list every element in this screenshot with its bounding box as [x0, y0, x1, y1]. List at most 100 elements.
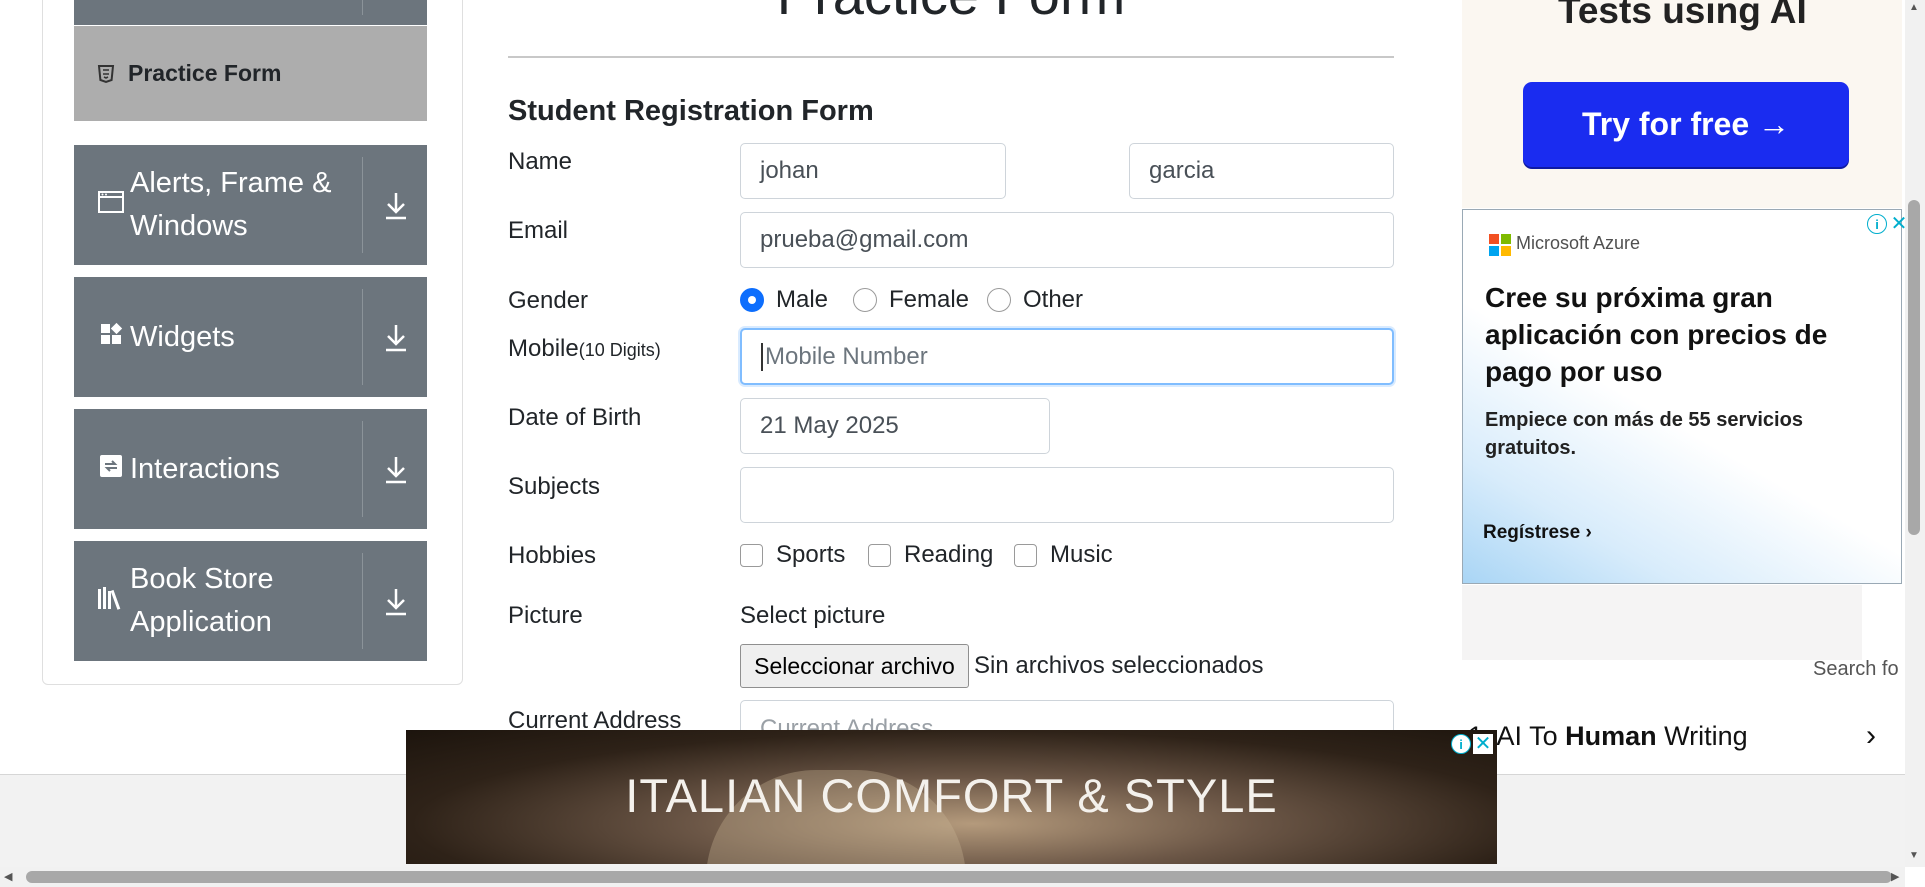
checkbox[interactable]: [868, 543, 891, 567]
ai-item-prefix: AI To: [1496, 721, 1558, 751]
sidebar-group-alerts[interactable]: Alerts, Frame & Windows: [74, 145, 427, 265]
sidebar-group-widgets[interactable]: Widgets: [74, 277, 427, 397]
sidebar-group-label: Widgets: [130, 320, 235, 353]
banner-text: ITALIAN COMFORT & STYLE: [625, 769, 1278, 822]
checkbox-label: Music: [1050, 541, 1113, 568]
sidebar-group-elements[interactable]: [74, 0, 427, 25]
banner-ad-controls: i ✕: [1451, 734, 1493, 754]
gender-radio-female[interactable]: Female: [853, 286, 969, 314]
window-icon: [96, 191, 126, 219]
subjects-input[interactable]: [740, 467, 1394, 523]
books-icon: [96, 586, 126, 616]
sidebar-group-divider: [362, 421, 363, 517]
choose-file-button[interactable]: Seleccionar archivo: [740, 644, 969, 688]
last-name-value: garcia: [1149, 157, 1215, 184]
gender-radio-other[interactable]: Other: [987, 286, 1083, 314]
radio-unchecked[interactable]: [987, 288, 1011, 312]
email-input[interactable]: prueba@gmail.com: [740, 212, 1394, 268]
horizontal-scroll-thumb[interactable]: [26, 871, 1892, 883]
dob-value: 21 May 2025: [760, 412, 899, 439]
ad-info-icon[interactable]: i: [1867, 214, 1887, 234]
sidebar-group-divider: [362, 0, 363, 15]
azure-ad[interactable]: Microsoft Azure i ✕ Cree su próxima gran…: [1462, 209, 1907, 584]
microsoft-logo-icon: [1489, 234, 1511, 256]
chevron-right-icon[interactable]: ›: [1866, 719, 1876, 753]
radio-label: Other: [1023, 286, 1084, 313]
first-name-value: johan: [760, 157, 819, 184]
download-arrow-icon[interactable]: [379, 185, 413, 225]
hobby-checkbox-reading[interactable]: Reading: [868, 541, 993, 569]
sidebar-group-interactions[interactable]: Interactions: [74, 409, 427, 529]
bottom-banner-ad[interactable]: ITALIAN COMFORT & STYLE i ✕: [406, 730, 1497, 864]
text-caret: [761, 342, 763, 371]
mobile-label: Mobile(10 Digits): [508, 335, 661, 363]
hobby-checkbox-sports[interactable]: Sports: [740, 541, 845, 569]
interactions-icon: [96, 454, 126, 484]
subjects-label: Subjects: [508, 473, 601, 500]
sidebar-group-label: Interactions: [130, 452, 280, 485]
ai-item-bold: Human: [1565, 721, 1657, 751]
ad-title: Tests using AI: [1558, 0, 1807, 31]
scroll-left-arrow-icon[interactable]: ◀: [4, 870, 12, 883]
ad-subtext: Empiece con más de 55 servicios gratuito…: [1485, 409, 1803, 459]
sidebar-group-divider: [362, 157, 363, 253]
email-label: Email: [508, 217, 569, 244]
sidebar-group-label: Book Store Application: [130, 563, 274, 638]
download-arrow-icon[interactable]: [379, 449, 413, 489]
page-title: Practice Form: [508, 0, 1394, 23]
ad-close-icon[interactable]: ✕: [1473, 734, 1493, 754]
sidebar-group-label: Alerts, Frame & Windows: [130, 167, 332, 242]
gender-radio-male[interactable]: Male: [740, 286, 828, 314]
checkbox[interactable]: [1014, 543, 1037, 567]
search-for-label: Search fo: [1813, 658, 1899, 680]
last-name-input[interactable]: garcia: [1129, 143, 1394, 199]
ad-cta-label: Regístrese: [1483, 522, 1581, 543]
html5-icon: [97, 64, 115, 83]
mobile-placeholder: Mobile Number: [765, 342, 928, 370]
radio-unchecked[interactable]: [853, 288, 877, 312]
download-arrow-icon[interactable]: [379, 581, 413, 621]
radio-label: Female: [889, 286, 970, 313]
ad-info-icon[interactable]: i: [1451, 734, 1471, 754]
divider: [508, 56, 1394, 58]
date-of-birth-input[interactable]: 21 May 2025: [740, 398, 1050, 454]
mobile-hint: (10 Digits): [578, 340, 661, 360]
sidebar-group-book-store[interactable]: Book Store Application: [74, 541, 427, 661]
radio-label: Male: [776, 286, 829, 313]
ai-human-writing-link[interactable]: 1. AI To Human Writing: [1468, 721, 1748, 752]
try-for-free-button[interactable]: Try for free →: [1523, 82, 1849, 167]
sidebar-group-divider: [362, 289, 363, 385]
hobby-checkbox-music[interactable]: Music: [1014, 541, 1113, 569]
hobbies-label: Hobbies: [508, 542, 597, 569]
ad-headline: Cree su próxima gran aplicación con prec…: [1485, 282, 1828, 387]
ad-background-pattern: [1462, 585, 1862, 660]
checkbox-label: Sports: [776, 541, 846, 568]
widgets-icon: [96, 322, 126, 352]
email-value: prueba@gmail.com: [760, 226, 969, 253]
scroll-down-arrow-icon[interactable]: ▼: [1909, 850, 1919, 861]
checkbox[interactable]: [740, 543, 763, 567]
ad-brand: Microsoft Azure: [1516, 233, 1641, 253]
name-label: Name: [508, 148, 573, 175]
sidebar-group-divider: [362, 553, 363, 649]
vertical-scroll-thumb[interactable]: [1908, 200, 1920, 535]
select-picture-label: Select picture: [740, 602, 886, 629]
radio-checked[interactable]: [740, 288, 764, 312]
ad-cta-link[interactable]: Regístrese ›: [1483, 522, 1592, 544]
scroll-right-arrow-icon[interactable]: ▶: [1891, 870, 1899, 883]
scroll-up-arrow-icon[interactable]: ▲: [1909, 2, 1919, 13]
checkbox-label: Reading: [904, 541, 994, 568]
ai-item-suffix: Writing: [1664, 721, 1748, 751]
first-name-input[interactable]: johan: [740, 143, 1006, 199]
dob-label: Date of Birth: [508, 404, 642, 431]
sidebar-item-label: Practice Form: [128, 60, 282, 86]
download-arrow-icon[interactable]: [379, 317, 413, 357]
picture-label: Picture: [508, 602, 583, 629]
sidebar-item-practice-form[interactable]: Practice Form: [74, 26, 427, 121]
chevron-right-icon: ›: [1585, 522, 1592, 543]
form-subtitle: Student Registration Form: [508, 95, 874, 127]
mobile-input[interactable]: Mobile Number: [740, 328, 1394, 385]
gender-label: Gender: [508, 287, 589, 314]
file-status-text: Sin archivos seleccionados: [974, 652, 1264, 679]
mobile-label-text: Mobile: [508, 335, 579, 362]
